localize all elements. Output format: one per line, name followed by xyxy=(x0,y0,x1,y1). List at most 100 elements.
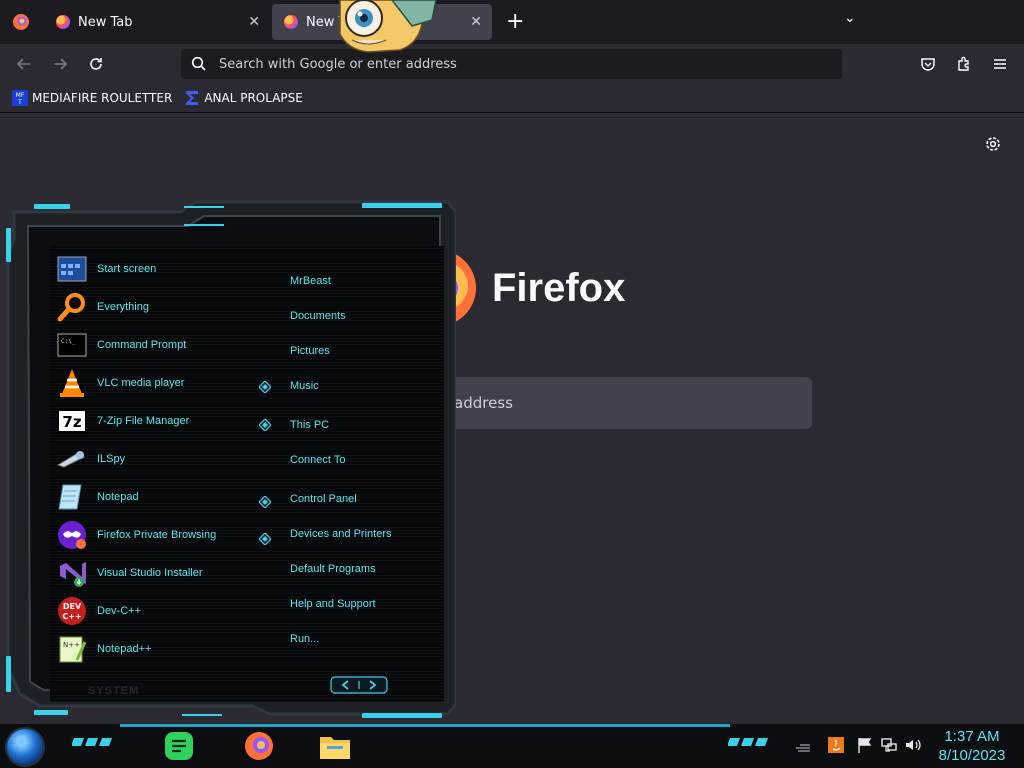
program-visual-studio-installer[interactable]: Visual Studio Installer xyxy=(56,554,256,592)
new-tab-button[interactable]: + xyxy=(506,10,524,34)
svg-text:C++: C++ xyxy=(62,612,81,621)
taskbar-ornament-left xyxy=(72,738,112,746)
firefox-wordmark: Firefox xyxy=(492,266,626,310)
svg-text:7z: 7z xyxy=(62,413,81,431)
firefox-view-button[interactable] xyxy=(8,4,34,40)
bookmark-label: MEDIAFIRE ROULETTER xyxy=(32,91,173,105)
vlc-cone-icon xyxy=(56,367,88,399)
folder-icon xyxy=(320,737,350,759)
address-bar[interactable] xyxy=(181,49,842,79)
devcpp-icon: DEV C++ xyxy=(56,595,88,627)
clock-time: 1:37 AM xyxy=(944,728,1000,745)
submenu-arrow-icon xyxy=(259,496,271,508)
gear-icon[interactable] xyxy=(984,135,1002,153)
system-clock[interactable]: 1:37 AM 8/10/2023 xyxy=(930,727,1014,765)
place-control-panel[interactable]: Control Panel xyxy=(290,493,357,505)
taskbar-app-notes[interactable] xyxy=(163,730,195,762)
place-mrbeast[interactable]: MrBeast xyxy=(290,275,331,287)
firefox-icon xyxy=(13,14,29,30)
back-button[interactable] xyxy=(12,52,36,76)
program-notepad[interactable]: Notepad xyxy=(56,478,256,516)
list-all-tabs-button[interactable]: ⌄ xyxy=(844,10,856,26)
taskbar-accent-bar xyxy=(120,724,730,727)
arrow-right-icon xyxy=(54,58,68,70)
notes-app-icon xyxy=(165,732,193,760)
tab-new-tab-1[interactable]: New Tab ✕ xyxy=(44,4,270,40)
program-label: Firefox Private Browsing xyxy=(97,529,217,541)
forward-button[interactable] xyxy=(48,52,72,76)
newtab-search-box[interactable] xyxy=(440,377,812,429)
program-7zip[interactable]: 7z 7-Zip File Manager xyxy=(56,402,256,440)
place-run[interactable]: Run... xyxy=(290,633,319,645)
address-input[interactable] xyxy=(217,55,821,73)
volume-icon[interactable] xyxy=(904,736,922,754)
pocket-button[interactable] xyxy=(916,52,940,76)
program-vlc[interactable]: VLC media player xyxy=(56,364,256,402)
close-icon[interactable]: ✕ xyxy=(248,14,260,30)
cmd-icon: C:\_ xyxy=(56,329,88,361)
search-icon xyxy=(191,56,206,71)
newtab-search-input[interactable] xyxy=(440,393,796,413)
svg-text:T: T xyxy=(17,99,22,106)
taskbar: 1:37 AM 8/10/2023 xyxy=(0,724,1024,768)
program-everything[interactable]: Everything xyxy=(56,288,256,326)
tab-title: New Tab xyxy=(78,14,133,30)
submenu-arrow-icon xyxy=(259,533,271,545)
firefox-icon xyxy=(245,732,273,760)
program-label: Dev-C++ xyxy=(97,605,142,617)
bookmark-mediafire-rouletter[interactable]: MF T MEDIAFIRE ROULETTER xyxy=(12,90,172,106)
network-icon[interactable] xyxy=(880,736,898,754)
pocket-icon xyxy=(921,58,935,71)
notepad-icon xyxy=(56,481,88,513)
notepadpp-icon: N++ xyxy=(56,633,88,665)
clock-date: 8/10/2023 xyxy=(938,747,1006,764)
anime-mascot-overlay xyxy=(339,0,437,53)
svg-text:C:\_: C:\_ xyxy=(61,338,76,345)
place-devices-and-printers[interactable]: Devices and Printers xyxy=(290,528,392,540)
reload-button[interactable] xyxy=(84,52,108,76)
java-update-icon[interactable] xyxy=(827,736,845,754)
program-label: Everything xyxy=(97,301,149,313)
place-pictures[interactable]: Pictures xyxy=(290,345,330,357)
show-hidden-icons-icon[interactable] xyxy=(794,736,812,754)
program-ilspy[interactable]: ILSpy xyxy=(56,440,256,478)
pinned-programs-list: Start screen Everything C:\_ Command Pro… xyxy=(56,250,256,668)
program-label: 7-Zip File Manager xyxy=(97,415,190,427)
program-label: Visual Studio Installer xyxy=(97,567,203,579)
place-this-pc[interactable]: This PC xyxy=(290,419,329,431)
place-help-and-support[interactable]: Help and Support xyxy=(290,598,376,610)
private-browsing-icon xyxy=(56,519,88,551)
hamburger-icon xyxy=(994,59,1006,69)
submenu-arrow-icon xyxy=(259,419,271,431)
program-label: ILSpy xyxy=(97,453,126,465)
program-label: Notepad++ xyxy=(97,643,152,655)
taskbar-app-file-explorer[interactable] xyxy=(319,730,351,762)
program-devcpp[interactable]: DEV C++ Dev-C++ xyxy=(56,592,256,630)
place-documents[interactable]: Documents xyxy=(290,310,346,322)
mediafire-icon: MFT xyxy=(12,90,28,106)
svg-text:N++: N++ xyxy=(63,641,80,649)
sigma-icon xyxy=(186,91,199,105)
ilspy-icon xyxy=(56,443,88,475)
program-start-screen[interactable]: Start screen xyxy=(56,250,256,288)
start-screen-icon xyxy=(56,253,88,285)
extensions-button[interactable] xyxy=(952,52,976,76)
program-label: Start screen xyxy=(97,263,157,275)
place-connect-to[interactable]: Connect To xyxy=(290,454,345,466)
taskbar-app-firefox[interactable] xyxy=(243,730,275,762)
start-button[interactable] xyxy=(7,729,43,765)
submenu-arrow-icon xyxy=(259,381,271,393)
program-command-prompt[interactable]: C:\_ Command Prompt xyxy=(56,326,256,364)
place-music[interactable]: Music xyxy=(290,380,319,392)
program-label: VLC media player xyxy=(97,377,185,389)
tab-bar: New Tab ✕ New Tab ✕ + ⌄ xyxy=(0,0,1024,44)
program-firefox-private[interactable]: Firefox Private Browsing xyxy=(56,516,256,554)
arrow-left-icon xyxy=(16,58,30,70)
place-default-programs[interactable]: Default Programs xyxy=(290,563,376,575)
action-center-flag-icon[interactable] xyxy=(856,736,874,754)
bookmark-anal-prolapse[interactable]: ANAL PROLAPSE xyxy=(184,90,303,106)
app-menu-button[interactable] xyxy=(988,52,1012,76)
program-notepadpp[interactable]: N++ Notepad++ xyxy=(56,630,256,668)
page-arrows-icon[interactable] xyxy=(330,676,388,694)
close-icon[interactable]: ✕ xyxy=(470,14,482,30)
